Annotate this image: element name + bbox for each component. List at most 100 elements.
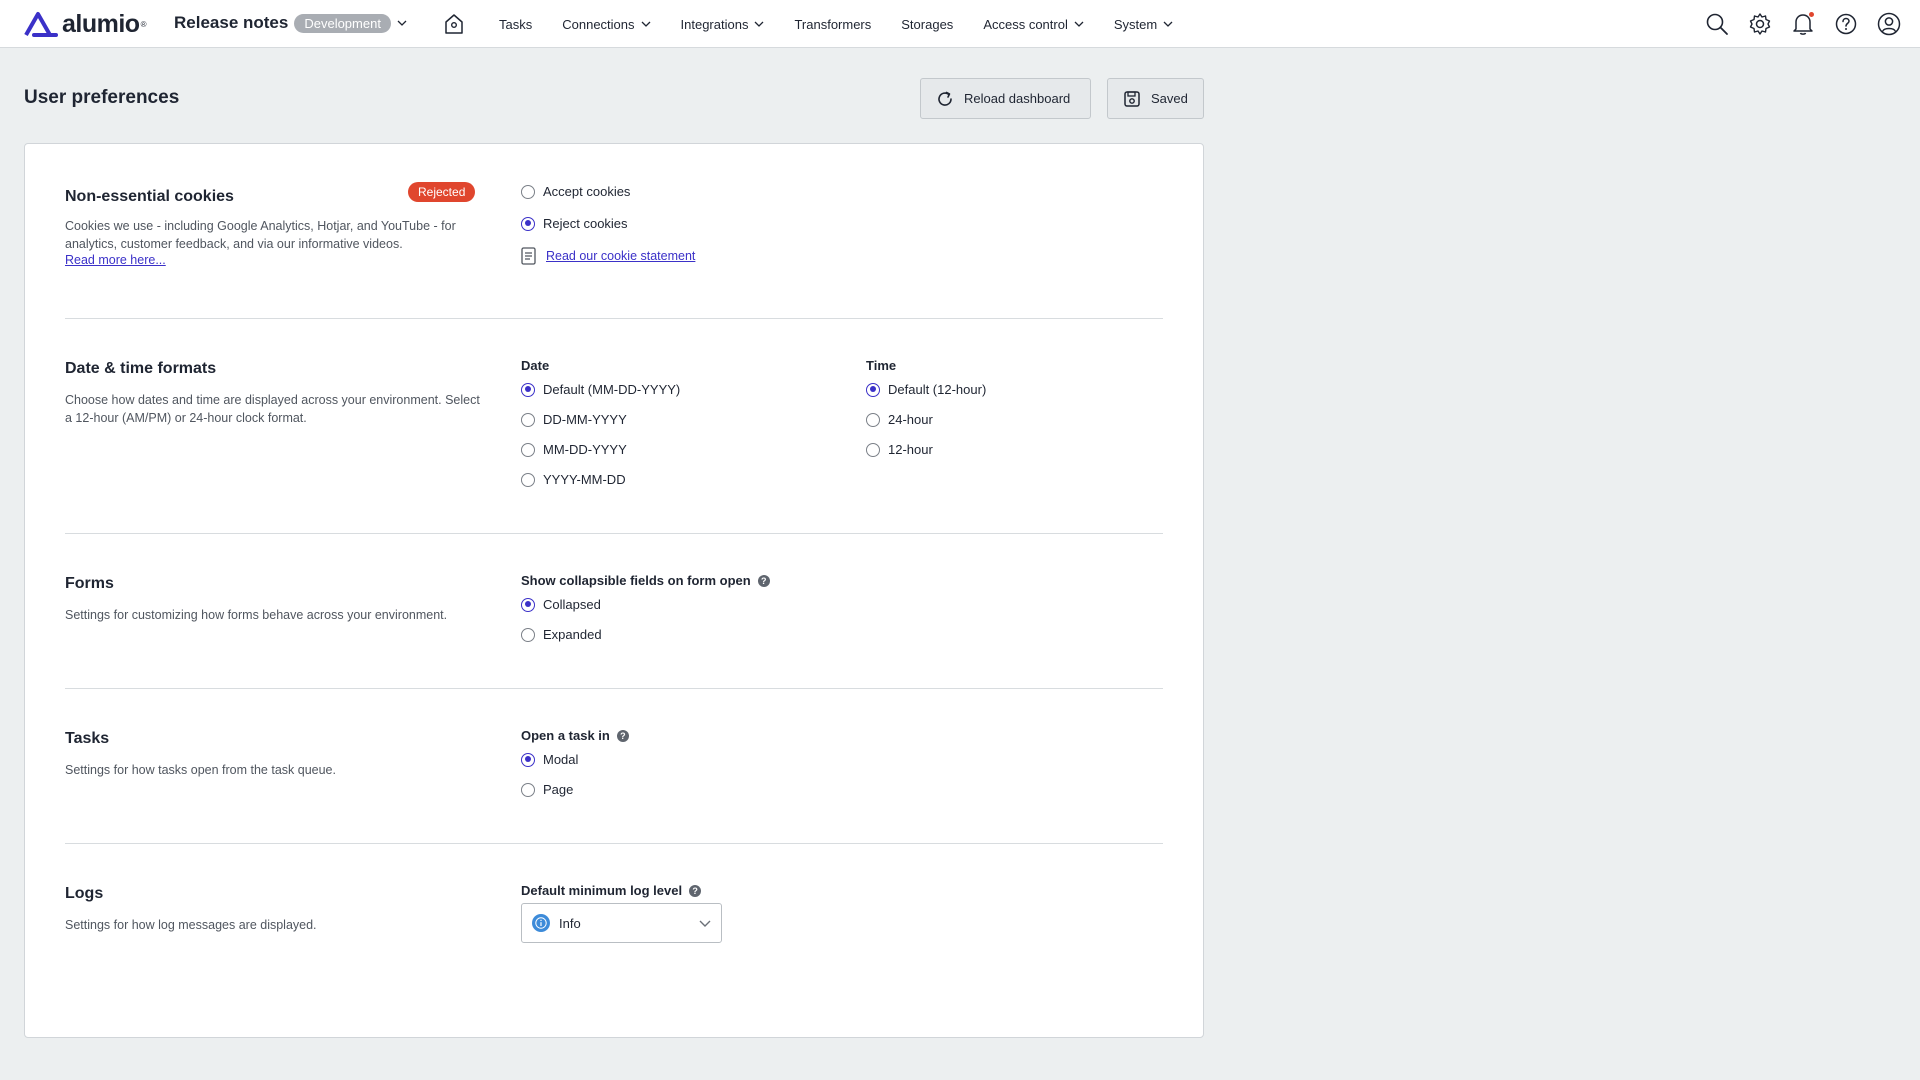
page-title: User preferences bbox=[24, 87, 180, 108]
radio-label: 12-hour bbox=[888, 442, 933, 457]
tasks-modal-radio[interactable]: Modal bbox=[521, 752, 578, 767]
forms-expanded-radio[interactable]: Expanded bbox=[521, 627, 602, 642]
section-divider bbox=[65, 533, 1163, 534]
forms-title: Forms bbox=[65, 575, 114, 592]
time-default-radio[interactable]: Default (12-hour) bbox=[866, 382, 986, 397]
radio-dot bbox=[521, 752, 535, 767]
cookie-statement-row: Read our cookie statement bbox=[521, 247, 695, 265]
log-level-value: Info bbox=[559, 915, 581, 931]
section-divider bbox=[65, 318, 1163, 319]
reject-cookies-radio[interactable]: Reject cookies bbox=[521, 216, 628, 231]
date-dd-mm-yyyy-radio[interactable]: DD-MM-YYYY bbox=[521, 412, 627, 427]
user-icon-glyph bbox=[1877, 12, 1901, 36]
tasks-description: Settings for how tasks open from the tas… bbox=[65, 763, 336, 777]
top-icons bbox=[1687, 0, 1902, 48]
accept-cookies-radio[interactable]: Accept cookies bbox=[521, 184, 630, 199]
date-mm-dd-yyyy-radio[interactable]: MM-DD-YYYY bbox=[521, 442, 627, 457]
forms-collapsed-radio[interactable]: Collapsed bbox=[521, 597, 601, 612]
tasks-group-label: Open a task in ? bbox=[521, 728, 629, 743]
radio-label: YYYY-MM-DD bbox=[543, 472, 626, 487]
radio-label: Modal bbox=[543, 752, 579, 767]
chevron-down-icon bbox=[699, 920, 711, 927]
preferences-card: Non-essential cookies Rejected Cookies w… bbox=[24, 143, 1204, 1038]
time-24-hour-radio[interactable]: 24-hour bbox=[866, 412, 933, 427]
radio-dot bbox=[866, 442, 880, 457]
cookies-title: Non-essential cookies bbox=[65, 188, 234, 205]
info-icon-glyph bbox=[535, 917, 547, 929]
log-level-select[interactable]: Info bbox=[521, 903, 722, 943]
forms-group-label-text: Show collapsible fields on form open bbox=[521, 573, 751, 588]
radio-label: Reject cookies bbox=[543, 216, 628, 231]
chevron-down-icon bbox=[1074, 21, 1084, 27]
project-switcher[interactable]: Release notes Development bbox=[174, 13, 407, 33]
radio-label: Expanded bbox=[543, 627, 602, 642]
nav-label: Access control bbox=[983, 16, 1068, 32]
chevron-down-icon bbox=[641, 21, 650, 27]
nav-label: Tasks bbox=[499, 16, 533, 32]
alumio-logo[interactable]: alumio ® bbox=[24, 10, 146, 38]
help-icon[interactable]: ? bbox=[689, 884, 702, 897]
forms-section: Forms Settings for customizing how forms… bbox=[65, 573, 1163, 663]
cookies-description: Cookies we use - including Google Analyt… bbox=[65, 219, 456, 251]
nav-transformers[interactable]: Transformers bbox=[794, 17, 871, 32]
time-12-hour-radio[interactable]: 12-hour bbox=[866, 442, 933, 457]
nav-tasks[interactable]: Tasks bbox=[499, 17, 532, 32]
search-icon-glyph bbox=[1706, 13, 1728, 35]
help-icon[interactable]: ? bbox=[757, 574, 770, 587]
radio-label: Default (MM-DD-YYYY) bbox=[543, 382, 681, 397]
help-icon[interactable] bbox=[1833, 11, 1859, 37]
tasks-section: Tasks Settings for how tasks open from t… bbox=[65, 728, 1163, 818]
saved-label: Saved bbox=[1151, 91, 1188, 106]
radio-dot bbox=[521, 442, 535, 457]
logo-trademark: ® bbox=[140, 19, 147, 29]
cookie-statement-link[interactable]: Read our cookie statement bbox=[546, 249, 695, 263]
logs-description: Settings for how log messages are displa… bbox=[65, 918, 317, 932]
tasks-title: Tasks bbox=[65, 730, 110, 747]
nav-label: Transformers bbox=[794, 16, 872, 32]
radio-dot bbox=[521, 184, 535, 199]
datetime-description: Choose how dates and time are displayed … bbox=[65, 393, 480, 425]
nav-system[interactable]: System bbox=[1114, 17, 1173, 32]
logs-title: Logs bbox=[65, 885, 104, 902]
datetime-title: Date & time formats bbox=[65, 360, 217, 377]
reload-dashboard-button[interactable]: Reload dashboard bbox=[920, 78, 1091, 119]
home-icon[interactable] bbox=[442, 12, 466, 36]
radio-label: DD-MM-YYYY bbox=[543, 412, 627, 427]
radio-dot bbox=[521, 627, 535, 642]
read-more-link[interactable]: Read more here... bbox=[65, 253, 166, 267]
help-icon[interactable]: ? bbox=[616, 729, 629, 742]
nav-integrations[interactable]: Integrations bbox=[681, 17, 765, 32]
saved-button[interactable]: Saved bbox=[1107, 78, 1204, 119]
nav-storages[interactable]: Storages bbox=[901, 17, 953, 32]
radio-dot bbox=[521, 216, 535, 231]
user-icon[interactable] bbox=[1876, 11, 1902, 37]
nav-label: Integrations bbox=[680, 16, 749, 32]
search-icon[interactable] bbox=[1704, 11, 1730, 37]
logs-section: Logs Settings for how log messages are d… bbox=[65, 883, 1163, 973]
nav-label: Connections bbox=[562, 16, 635, 32]
tasks-group-label-text: Open a task in bbox=[521, 728, 610, 743]
tasks-page-radio[interactable]: Page bbox=[521, 782, 573, 797]
nav-label: Storages bbox=[901, 16, 954, 32]
radio-label: 24-hour bbox=[888, 412, 933, 427]
radio-label: Collapsed bbox=[543, 597, 601, 612]
datetime-section: Date & time formats Choose how dates and… bbox=[65, 358, 1163, 518]
radio-label: MM-DD-YYYY bbox=[543, 442, 627, 457]
forms-group-label: Show collapsible fields on form open ? bbox=[521, 573, 770, 588]
radio-dot bbox=[521, 597, 535, 612]
gear-icon[interactable] bbox=[1747, 11, 1773, 37]
nav-access-control[interactable]: Access control bbox=[983, 17, 1084, 32]
radio-label: Accept cookies bbox=[543, 184, 631, 199]
alumio-logo-mark-icon bbox=[24, 12, 58, 37]
environment-badge: Development bbox=[294, 13, 391, 33]
date-default-radio[interactable]: Default (MM-DD-YYYY) bbox=[521, 382, 680, 397]
radio-dot bbox=[866, 382, 880, 397]
top-navigation-bar: alumio ® Release notes Development Tasks… bbox=[0, 0, 1920, 48]
bell-icon[interactable] bbox=[1790, 11, 1816, 37]
section-divider bbox=[65, 688, 1163, 689]
nav-connections[interactable]: Connections bbox=[562, 17, 650, 32]
chevron-down-icon bbox=[397, 20, 407, 26]
chevron-down-icon bbox=[1163, 21, 1173, 27]
logs-group-label: Default minimum log level ? bbox=[521, 883, 702, 898]
date-yyyy-mm-dd-radio[interactable]: YYYY-MM-DD bbox=[521, 472, 626, 487]
